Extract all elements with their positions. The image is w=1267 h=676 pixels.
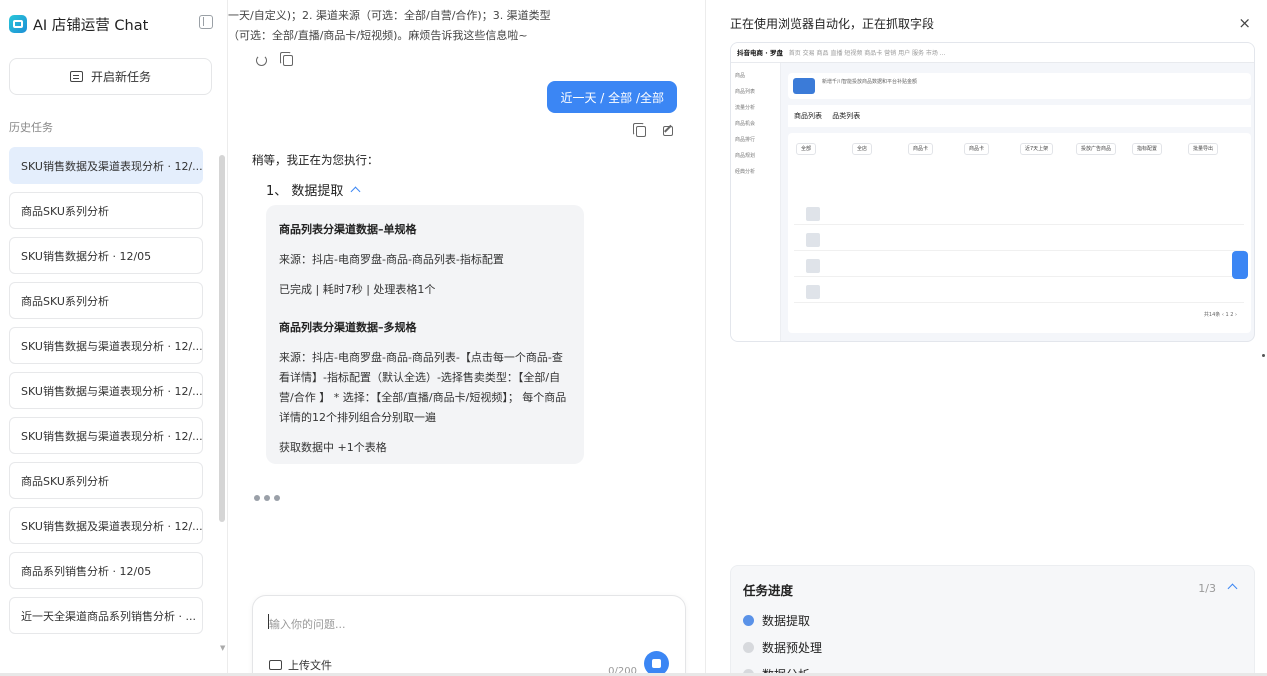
step-active-icon: [743, 615, 754, 626]
history-item[interactable]: SKU销售数据分析 · 12/05: [9, 237, 203, 274]
task-step: 数据提取: [743, 612, 810, 629]
step-status-1: 已完成 | 耗时7秒 | 处理表格1个: [279, 283, 436, 296]
shot-filter-pill: 投放广告商品: [1076, 143, 1117, 155]
regenerate-icon[interactable]: [256, 55, 267, 66]
shot-filter-pill: 批量导出: [1188, 143, 1219, 155]
history-item[interactable]: SKU销售数据及渠道表现分析 · 12/...: [9, 507, 203, 544]
sidebar-scrollbar[interactable]: [219, 155, 225, 522]
history-item[interactable]: SKU销售数据与渠道表现分析 · 12/...: [9, 372, 203, 409]
history-item[interactable]: SKU销售数据及渠道表现分析 · 12/...: [9, 147, 203, 184]
new-task-label: 开启新任务: [90, 70, 151, 84]
shot-tabs: 商品列表 品类列表: [788, 105, 1251, 127]
stop-icon: [652, 659, 661, 668]
edit-icon[interactable]: [663, 126, 673, 136]
step-heading[interactable]: 1、 数据提取: [266, 180, 361, 199]
sidebar-header: AI 店铺运营 Chat: [9, 13, 219, 35]
shot-filter-pill: 近7天上架: [1020, 143, 1054, 155]
step-source-2: 来源：抖店-电商罗盘-商品-商品列表-【点击每一个商品-查看详情】-指标配置（默…: [279, 351, 567, 424]
chat-icon: [69, 71, 83, 82]
task-step-label: 数据提取: [762, 614, 811, 628]
history-item[interactable]: SKU销售数据与渠道表现分析 · 12/...: [9, 327, 203, 364]
step-heading-label: 1、 数据提取: [266, 184, 344, 199]
chevron-up-icon[interactable]: [350, 186, 361, 197]
assistant-message-tail: 一天/自定义)；2. 渠道来源（可选：全部/自营/合作)；3. 渠道类型 （可选…: [228, 6, 578, 46]
shot-brand: 抖音电商 · 罗盘: [737, 49, 783, 57]
shot-banner-title: 新增千川智能投放商品数据和平台补贴金额: [822, 79, 918, 85]
user-message-bubble: 近一天 / 全部 /全部: [547, 81, 677, 113]
step-title-2: 商品列表分渠道数据–多规格: [279, 321, 417, 334]
history-list: SKU销售数据及渠道表现分析 · 12/... 商品SKU系列分析 SKU销售数据分…: [9, 147, 203, 642]
copy-icon[interactable]: [633, 123, 646, 137]
app-root: AI 店铺运营 Chat 开启新任务 历史任务 SKU销售数据及渠道表现分析 ·…: [0, 0, 1267, 676]
shot-filter-pill: 商品卡: [964, 143, 990, 155]
shot-banner: 新增千川智能投放商品数据和平台补贴金额: [788, 73, 1251, 99]
shot-topbar: 抖音电商 · 罗盘 首页 交易 商品 直播 短视频 商品卡 营销 用户 服务 市…: [731, 43, 1254, 63]
ai-assistant-icon: [1232, 251, 1248, 279]
upload-file-label: 上传文件: [288, 659, 332, 672]
shot-table-row: [794, 203, 1244, 225]
task-step: 数据预处理: [743, 639, 822, 656]
step-status-2: 获取数据中 +1个表格: [279, 441, 387, 454]
history-item[interactable]: 商品SKU系列分析: [9, 282, 203, 319]
shot-sidebar-item: 流量分析: [735, 105, 756, 111]
task-step-label: 数据预处理: [762, 641, 823, 655]
history-label: 历史任务: [9, 121, 53, 134]
history-item[interactable]: 商品SKU系列分析: [9, 192, 203, 229]
automation-title: 正在使用浏览器自动化，正在抓取字段: [730, 17, 935, 31]
shot-sidebar-item: 商品规划: [735, 153, 756, 159]
history-item[interactable]: 近一天全渠道商品系列销售分析 · ...: [9, 597, 203, 634]
shot-table-row: [794, 281, 1244, 303]
shot-pagination: 共14条 ‹ 1 2 ›: [1203, 312, 1237, 318]
automation-panel: 正在使用浏览器自动化，正在抓取字段 × 抖音电商 · 罗盘 首页 交易 商品 直…: [707, 0, 1267, 676]
history-item[interactable]: SKU销售数据与渠道表现分析 · 12/...: [9, 417, 203, 454]
shot-sidebar-item: 商品排行: [735, 137, 756, 143]
close-icon[interactable]: ×: [1238, 14, 1251, 32]
shot-sidebar-item: 商品机会: [735, 121, 756, 127]
upload-file-button[interactable]: 上传文件: [269, 657, 332, 673]
browser-screenshot: 抖音电商 · 罗盘 首页 交易 商品 直播 短视频 商品卡 营销 用户 服务 市…: [730, 42, 1255, 342]
shot-sidebar-item: 商品: [735, 73, 746, 79]
assistant-actions: [256, 52, 293, 66]
chevron-up-icon[interactable]: [1227, 583, 1238, 594]
shot-sidebar-item: 经典分析: [735, 169, 756, 175]
step-source-1: 来源：抖店-电商罗盘-商品-商品列表-指标配置: [279, 253, 504, 266]
copy-icon[interactable]: [280, 52, 293, 66]
task-progress-card: 任务进度 1/3 数据提取 数据预处理 数据分析: [730, 565, 1255, 676]
task-progress-title: 任务进度: [743, 583, 794, 598]
shot-filter-pill: 全部: [796, 143, 817, 155]
step-title-1: 商品列表分渠道数据–单规格: [279, 223, 417, 236]
history-item[interactable]: 商品系列销售分析 · 12/05: [9, 552, 203, 589]
shot-nav: 首页 交易 商品 直播 短视频 商品卡 营销 用户 服务 市场 ...: [788, 50, 946, 57]
shot-table-row: [794, 255, 1244, 277]
shot-table-row: [794, 229, 1244, 251]
assistant-waiting-text: 稍等，我正在为您执行：: [252, 153, 379, 167]
assistant-line-1: 一天/自定义)；2. 渠道来源（可选：全部/自营/合作)；3. 渠道类型: [228, 9, 551, 22]
shot-sidebar: 商品商品列表流量分析商品机会商品排行商品规划经典分析: [731, 63, 781, 341]
new-task-button[interactable]: 开启新任务: [9, 58, 212, 95]
task-progress-count: 1/3: [1198, 582, 1216, 595]
step-detail-card: 商品列表分渠道数据–单规格 来源：抖店-电商罗盘-商品-商品列表-指标配置 已完…: [266, 205, 584, 464]
shot-filter-pill: 全店: [852, 143, 873, 155]
folder-icon: [269, 660, 282, 670]
assistant-line-2: （可选：全部/直播/商品卡/短视频)。麻烦告诉我这些信息啦~: [228, 29, 528, 42]
chat-input-box[interactable]: 输入你的问题... 上传文件 0/200: [252, 595, 686, 676]
app-title: AI 店铺运营 Chat: [33, 17, 149, 34]
shot-filter-pill: 商品卡: [908, 143, 934, 155]
user-message-actions: [633, 123, 673, 137]
sidebar-toggle-icon[interactable]: [199, 15, 213, 29]
shot-filter-pill: 指标配置: [1132, 143, 1163, 155]
typing-indicator: [254, 495, 280, 501]
shot-table: 共14条 ‹ 1 2 › 全部 全店 商品卡 商品卡 近7天上架 投放广告商品 指标配置 批量…: [788, 133, 1251, 333]
chat-input-placeholder[interactable]: 输入你的问题...: [268, 614, 346, 632]
shot-sidebar-item: 商品列表: [735, 89, 756, 95]
history-item[interactable]: 商品SKU系列分析: [9, 462, 203, 499]
step-pending-icon: [743, 642, 754, 653]
chat-panel: 一天/自定义)；2. 渠道来源（可选：全部/自营/合作)；3. 渠道类型 （可选…: [228, 0, 706, 676]
panel-scroll-dot: [1262, 354, 1265, 357]
sidebar: AI 店铺运营 Chat 开启新任务 历史任务 SKU销售数据及渠道表现分析 ·…: [0, 0, 228, 676]
app-logo-icon: [9, 15, 27, 33]
scroll-down-arrow-icon[interactable]: ▼: [220, 644, 225, 652]
